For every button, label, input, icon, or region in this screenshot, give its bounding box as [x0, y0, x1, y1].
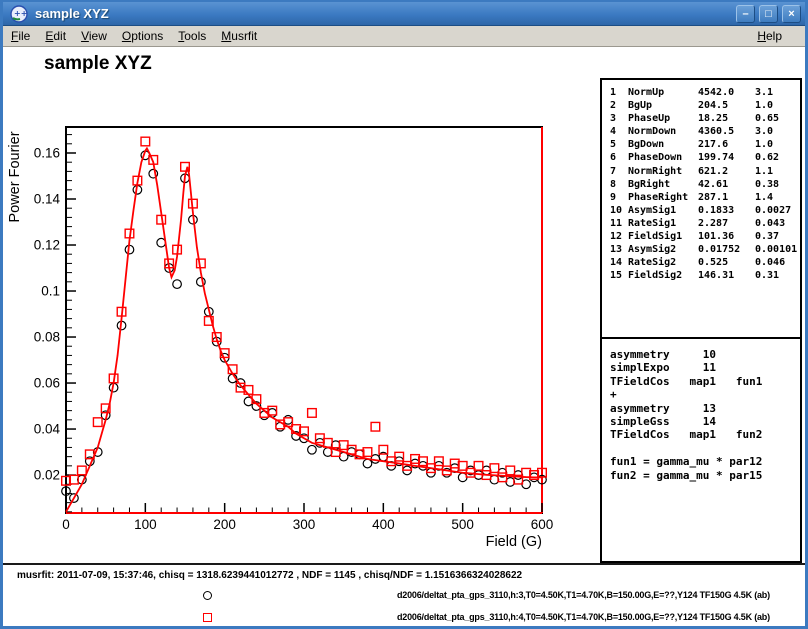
- parameter-table: 1NormUp4542.03.12BgUp204.51.03PhaseUp18.…: [602, 80, 800, 282]
- parameter-row: 10AsymSig10.18330.0027: [610, 204, 800, 217]
- parameter-row: 6PhaseDown199.740.62: [610, 151, 800, 164]
- application-window: ++ sample XYZ –□× File Edit View Options Too…: [0, 0, 808, 629]
- data-point-square: [93, 418, 102, 427]
- close-button[interactable]: ×: [782, 5, 801, 23]
- legend-row: d2006/deltat_pta_gps_3110,h:4,T0=4.50K,T…: [3, 611, 805, 625]
- menu-item-edit[interactable]: Edit: [45, 29, 66, 43]
- parameter-row: 15FieldSig2146.310.31: [610, 269, 800, 282]
- data-point-square: [141, 137, 150, 146]
- x-tick-label: 500: [451, 517, 474, 532]
- x-tick-label: 300: [293, 517, 316, 532]
- window-buttons: –□×: [732, 4, 801, 23]
- y-tick-label: 0.12: [34, 238, 60, 253]
- parameter-row: 9PhaseRight287.11.4: [610, 191, 800, 204]
- menu-items: File Edit View Options Tools Musrfit: [11, 29, 272, 43]
- y-tick-label: 0.06: [34, 376, 60, 391]
- menu-item-tools[interactable]: Tools: [178, 29, 206, 43]
- data-point-square: [197, 259, 206, 268]
- plot-canvas: 0 100 200 300 400 500 600 0.02 0.04 0.06 0.08 0.1 0.…: [3, 47, 805, 563]
- parameter-row: 12FieldSig1101.360.37: [610, 230, 800, 243]
- x-tick-label: 400: [372, 517, 395, 532]
- x-tick-label: 100: [134, 517, 157, 532]
- y-tick-label: 0.14: [34, 192, 61, 207]
- y-tick-label: 0.1: [41, 284, 60, 299]
- fit-statistics-text: musrfit: 2011-07-09, 15:37:46, chisq = 1…: [17, 570, 522, 581]
- data-point-circle: [173, 280, 182, 289]
- window-title: sample XYZ: [35, 6, 732, 21]
- data-point-circle: [363, 459, 372, 468]
- titlebar[interactable]: ++ sample XYZ –□×: [3, 2, 805, 26]
- parameter-row: 13AsymSig20.017520.00101: [610, 243, 800, 256]
- y-axis-title: Power Fourier: [7, 131, 23, 222]
- parameter-row: 1NormUp4542.03.1: [610, 86, 800, 99]
- y-tick-label: 0.02: [34, 468, 60, 483]
- x-tick-label: 0: [62, 517, 70, 532]
- fit-info-panel: 1NormUp4542.03.12BgUp204.51.03PhaseUp18.…: [600, 78, 802, 563]
- parameter-row: 2BgUp204.51.0: [610, 99, 800, 112]
- theory-block: asymmetry 10 simplExpo 11 TFieldCos map1…: [610, 348, 762, 482]
- maximize-button[interactable]: □: [759, 5, 778, 23]
- parameter-row: 4NormDown4360.53.0: [610, 125, 800, 138]
- parameter-row: 3PhaseUp18.250.65: [610, 112, 800, 125]
- parameter-row: 7NormRight621.21.1: [610, 165, 800, 178]
- root-app-icon: ++: [10, 5, 28, 23]
- y-tick-label: 0.04: [34, 422, 61, 437]
- parameter-row: 5BgDown217.61.0: [610, 138, 800, 151]
- parameter-row: 8BgRight42.610.38: [610, 178, 800, 191]
- statusbar: musrfit: 2011-07-09, 15:37:46, chisq = 1…: [3, 563, 805, 626]
- x-axis-title: Field (G): [486, 534, 542, 550]
- menu-item-musrfit[interactable]: Musrfit: [221, 29, 257, 43]
- plot-title: sample XYZ: [44, 53, 152, 75]
- fit-curve: [66, 148, 542, 511]
- y-tick-label: 0.16: [34, 146, 60, 161]
- parameter-row: 11RateSig12.2870.043: [610, 217, 800, 230]
- data-point-square: [371, 422, 380, 431]
- x-tick-label: 200: [213, 517, 236, 532]
- menu-item-view[interactable]: View: [81, 29, 107, 43]
- circle-marker-icon: [203, 591, 212, 600]
- legend-row: d2006/deltat_pta_gps_3110,h:3,T0=4.50K,T…: [3, 589, 805, 603]
- minimize-button[interactable]: –: [736, 5, 755, 23]
- svg-text:++: ++: [14, 9, 27, 18]
- menu-item-file[interactable]: File: [11, 29, 30, 43]
- y-tick-label: 0.08: [34, 330, 60, 345]
- menu-item-options[interactable]: Options: [122, 29, 163, 43]
- legend-label: d2006/deltat_pta_gps_3110,h:3,T0=4.50K,T…: [397, 590, 770, 600]
- panel-divider: [602, 337, 800, 339]
- x-tick-label: 600: [531, 517, 554, 532]
- data-point-square: [78, 466, 87, 475]
- parameter-row: 14RateSig20.5250.046: [610, 256, 800, 269]
- menu-item-help[interactable]: Help: [757, 29, 782, 43]
- legend-label: d2006/deltat_pta_gps_3110,h:4,T0=4.50K,T…: [397, 612, 770, 622]
- data-point-circle: [308, 445, 317, 454]
- menubar: File Edit View Options Tools Musrfit Help: [3, 26, 805, 47]
- data-point-square: [308, 409, 317, 418]
- square-marker-icon: [203, 613, 212, 622]
